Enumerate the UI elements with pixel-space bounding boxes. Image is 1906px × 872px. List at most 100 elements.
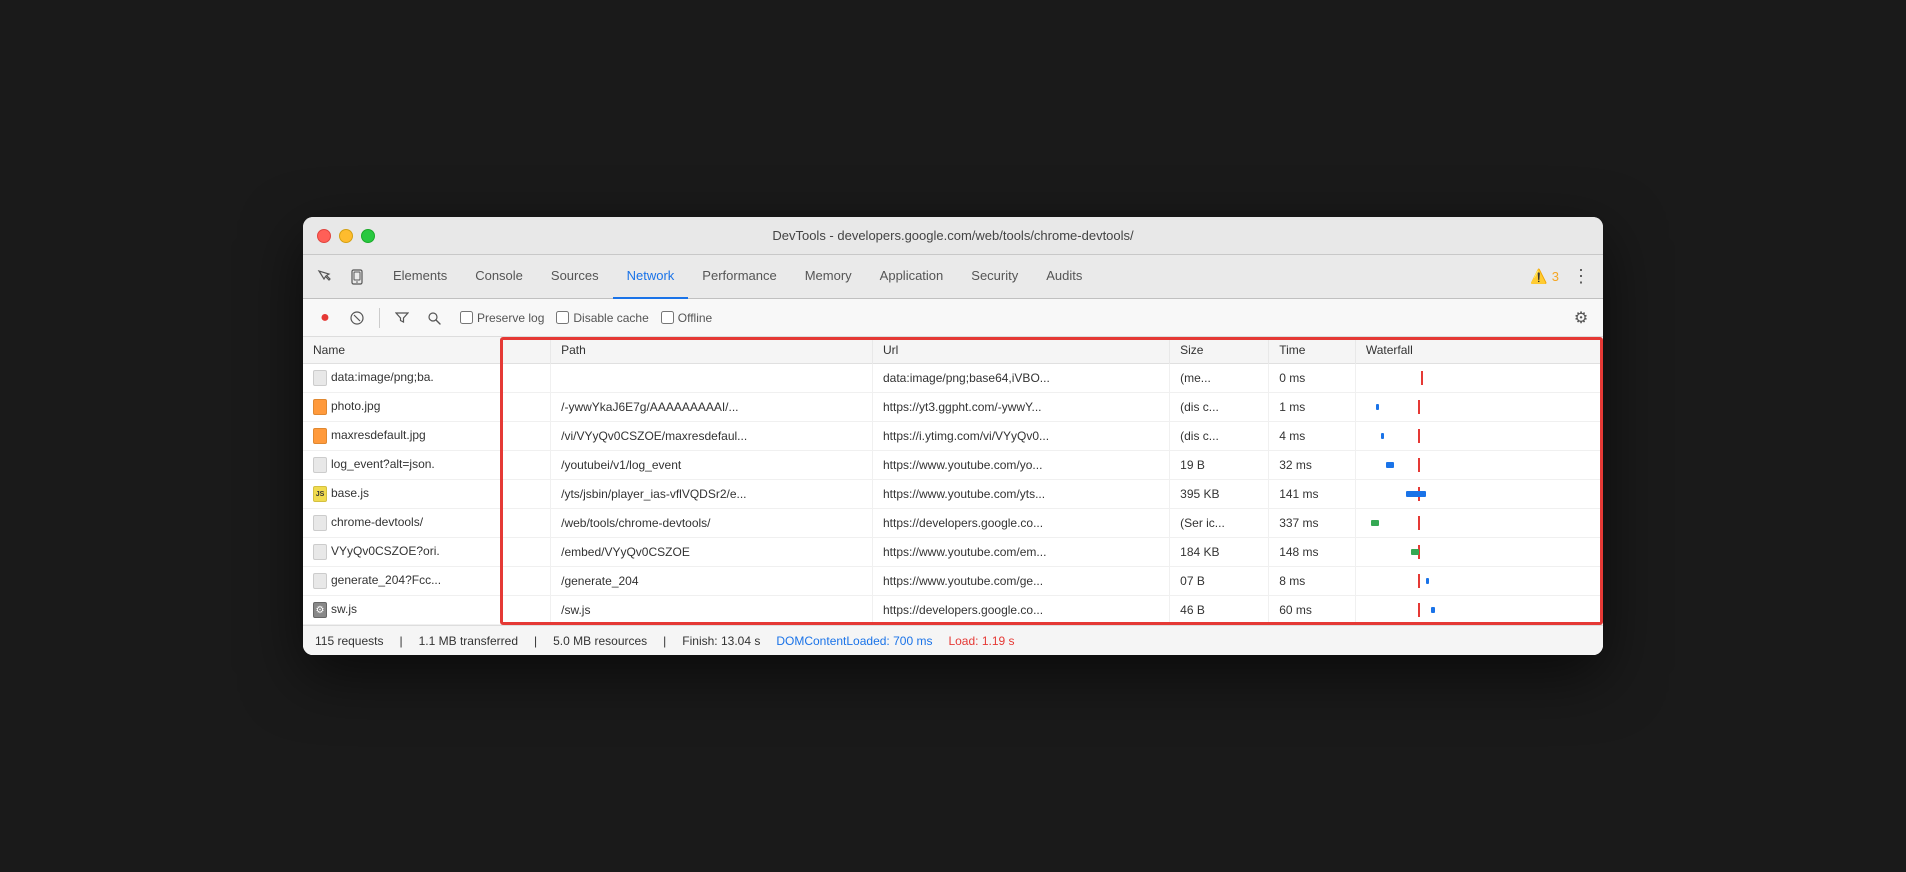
cell-size: (dis c... xyxy=(1170,393,1269,422)
warning-icon: ⚠️ xyxy=(1530,268,1547,285)
col-header-size[interactable]: Size xyxy=(1170,337,1269,364)
cell-time: 0 ms xyxy=(1269,364,1356,393)
cell-waterfall xyxy=(1355,480,1603,509)
file-icon xyxy=(313,515,327,531)
tab-memory[interactable]: Memory xyxy=(791,255,866,299)
cell-time: 148 ms xyxy=(1269,538,1356,567)
cell-name: chrome-devtools/ xyxy=(303,509,551,538)
status-transferred: 1.1 MB transferred xyxy=(419,634,518,648)
waterfall-visual xyxy=(1366,369,1593,387)
table-row[interactable]: chrome-devtools//web/tools/chrome-devtoo… xyxy=(303,509,1603,538)
table-row[interactable]: generate_204?Fcc.../generate_204https://… xyxy=(303,567,1603,596)
table-wrapper: Name Path Url Size Time xyxy=(303,337,1603,625)
network-toolbar: ● Preserve log Disable cache xyxy=(303,299,1603,337)
cell-time: 60 ms xyxy=(1269,596,1356,625)
table-row[interactable]: log_event?alt=json./youtubei/v1/log_even… xyxy=(303,451,1603,480)
cell-name: VYyQv0CSZOE?ori. xyxy=(303,538,551,567)
main-content: Name Path Url Size Time xyxy=(303,337,1603,655)
tab-console[interactable]: Console xyxy=(461,255,537,299)
cell-path: /-ywwYkaJ6E7g/AAAAAAAAAI/... xyxy=(551,393,873,422)
tab-network[interactable]: Network xyxy=(613,255,689,299)
tab-audits[interactable]: Audits xyxy=(1032,255,1096,299)
col-header-path[interactable]: Path xyxy=(551,337,873,364)
status-finish: Finish: 13.04 s xyxy=(682,634,760,648)
cell-size: (me... xyxy=(1170,364,1269,393)
toolbar-divider-1 xyxy=(379,308,380,328)
status-divider-2: | xyxy=(534,634,537,648)
cell-path: /sw.js xyxy=(551,596,873,625)
file-icon xyxy=(313,573,327,589)
table-row[interactable]: JSbase.js/yts/jsbin/player_ias-vflVQDSr2… xyxy=(303,480,1603,509)
device-button[interactable] xyxy=(343,263,371,291)
col-header-time[interactable]: Time xyxy=(1269,337,1356,364)
cell-time: 4 ms xyxy=(1269,422,1356,451)
record-button[interactable]: ● xyxy=(311,304,339,332)
minimize-button[interactable] xyxy=(339,229,353,243)
cell-path xyxy=(551,364,873,393)
cell-path: /yts/jsbin/player_ias-vflVQDSr2/e... xyxy=(551,480,873,509)
cell-waterfall xyxy=(1355,422,1603,451)
cell-name: generate_204?Fcc... xyxy=(303,567,551,596)
offline-checkbox[interactable]: Offline xyxy=(661,311,712,325)
inspect-button[interactable] xyxy=(311,263,339,291)
toolbar-checkboxes: Preserve log Disable cache Offline xyxy=(460,311,712,325)
maximize-button[interactable] xyxy=(361,229,375,243)
col-header-waterfall[interactable]: Waterfall xyxy=(1355,337,1603,364)
table-row[interactable]: photo.jpg/-ywwYkaJ6E7g/AAAAAAAAAI/...htt… xyxy=(303,393,1603,422)
cell-url: https://developers.google.co... xyxy=(873,596,1170,625)
cell-size: 19 B xyxy=(1170,451,1269,480)
cell-url: https://www.youtube.com/em... xyxy=(873,538,1170,567)
cell-url: https://developers.google.co... xyxy=(873,509,1170,538)
cell-waterfall xyxy=(1355,509,1603,538)
preserve-log-checkbox[interactable]: Preserve log xyxy=(460,311,544,325)
file-icon xyxy=(313,428,327,444)
waterfall-visual xyxy=(1366,427,1593,445)
tab-application[interactable]: Application xyxy=(866,255,958,299)
waterfall-visual xyxy=(1366,601,1593,619)
table-row[interactable]: ⚙sw.js/sw.jshttps://developers.google.co… xyxy=(303,596,1603,625)
col-header-url[interactable]: Url xyxy=(873,337,1170,364)
file-icon xyxy=(313,457,327,473)
cell-time: 8 ms xyxy=(1269,567,1356,596)
file-icon xyxy=(313,370,327,386)
file-icon xyxy=(313,544,327,560)
clear-button[interactable] xyxy=(343,304,371,332)
table-row[interactable]: maxresdefault.jpg/vi/VYyQv0CSZOE/maxresd… xyxy=(303,422,1603,451)
cell-time: 32 ms xyxy=(1269,451,1356,480)
table-body: data:image/png;ba.data:image/png;base64,… xyxy=(303,364,1603,625)
filter-button[interactable] xyxy=(388,304,416,332)
more-button[interactable]: ⋮ xyxy=(1567,263,1595,291)
cell-path: /embed/VYyQv0CSZOE xyxy=(551,538,873,567)
cell-url: https://i.ytimg.com/vi/VYyQv0... xyxy=(873,422,1170,451)
cell-time: 337 ms xyxy=(1269,509,1356,538)
cell-size: (Ser ic... xyxy=(1170,509,1269,538)
search-button[interactable] xyxy=(420,304,448,332)
settings-button[interactable]: ⚙ xyxy=(1567,304,1595,332)
tab-sources[interactable]: Sources xyxy=(537,255,613,299)
cell-path: /web/tools/chrome-devtools/ xyxy=(551,509,873,538)
status-bar: 115 requests | 1.1 MB transferred | 5.0 … xyxy=(303,625,1603,655)
close-button[interactable] xyxy=(317,229,331,243)
tab-elements[interactable]: Elements xyxy=(379,255,461,299)
cell-path: /vi/VYyQv0CSZOE/maxresdefaul... xyxy=(551,422,873,451)
cell-time: 141 ms xyxy=(1269,480,1356,509)
devtools-icons xyxy=(311,263,371,291)
disable-cache-checkbox[interactable]: Disable cache xyxy=(556,311,648,325)
cell-size: 46 B xyxy=(1170,596,1269,625)
warning-count: 3 xyxy=(1552,269,1559,284)
table-row[interactable]: data:image/png;ba.data:image/png;base64,… xyxy=(303,364,1603,393)
col-header-name[interactable]: Name xyxy=(303,337,551,364)
tab-performance[interactable]: Performance xyxy=(688,255,790,299)
cell-name: JSbase.js xyxy=(303,480,551,509)
window-title: DevTools - developers.google.com/web/too… xyxy=(772,228,1133,243)
cell-path: /generate_204 xyxy=(551,567,873,596)
devtools-window: DevTools - developers.google.com/web/too… xyxy=(303,217,1603,655)
waterfall-visual xyxy=(1366,398,1593,416)
table-row[interactable]: VYyQv0CSZOE?ori./embed/VYyQv0CSZOEhttps:… xyxy=(303,538,1603,567)
cell-size: (dis c... xyxy=(1170,422,1269,451)
warning-badge: ⚠️ 3 xyxy=(1530,268,1559,285)
cell-size: 395 KB xyxy=(1170,480,1269,509)
tab-security[interactable]: Security xyxy=(957,255,1032,299)
tabs-right: ⚠️ 3 ⋮ xyxy=(1530,263,1595,291)
status-load: Load: 1.19 s xyxy=(948,634,1014,648)
